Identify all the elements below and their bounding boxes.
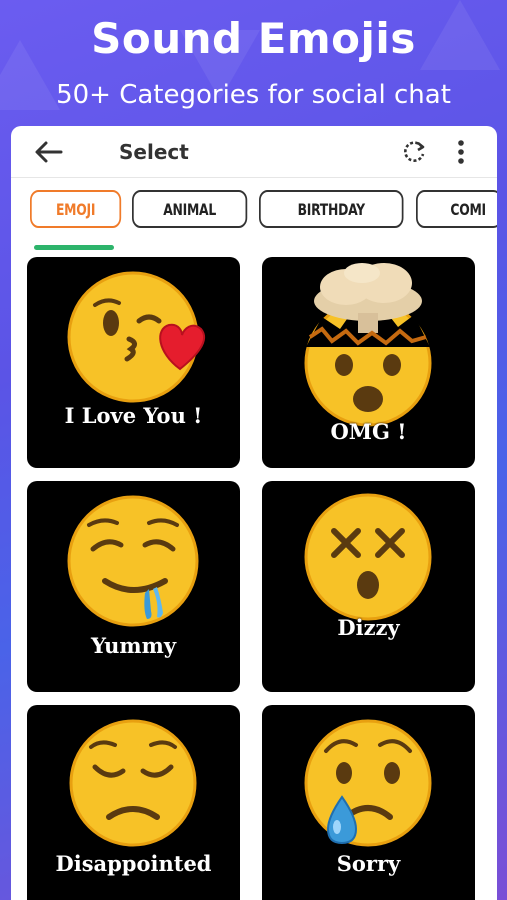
emoji-card-label: Sorry	[336, 851, 401, 876]
refresh-icon	[404, 141, 425, 162]
tab-indicator	[34, 245, 114, 250]
tab-comic[interactable]: COMI	[416, 190, 497, 228]
tab-emoji[interactable]: EMOJI	[30, 190, 122, 228]
emoji-card-dizzy[interactable]: Dizzy	[262, 481, 475, 692]
emoji-card-i-love-you[interactable]: I Love You !	[27, 257, 240, 468]
arrow-left-icon	[35, 141, 63, 163]
more-options-button[interactable]	[451, 138, 471, 166]
tab-birthday[interactable]: BIRTHDAY	[259, 190, 404, 228]
promo-title: Sound Emojis	[91, 14, 416, 63]
emoji-card-omg[interactable]: OMG !	[262, 257, 475, 468]
tab-animal[interactable]: ANIMAL	[132, 190, 248, 228]
app-bar: Select	[11, 126, 497, 178]
more-vert-icon	[458, 140, 464, 164]
drooling-icon	[67, 495, 199, 627]
back-button[interactable]	[33, 138, 63, 166]
refresh-button[interactable]	[401, 139, 427, 165]
kissing-heart-icon	[67, 271, 206, 403]
emoji-card-label: I Love You !	[64, 403, 203, 428]
emoji-card-sorry[interactable]: Sorry	[262, 705, 475, 900]
app-screen: Select EMOJI ANIMAL BIRTHDAY COMI I Love…	[11, 126, 497, 900]
emoji-card-disappointed[interactable]: Disappointed	[27, 705, 240, 900]
emoji-card-label: Disappointed	[55, 851, 212, 876]
page-title: Select	[119, 140, 189, 164]
promo-subtitle: 50+ Categories for social chat	[56, 80, 451, 110]
category-tabs: EMOJI ANIMAL BIRTHDAY COMI	[11, 188, 497, 248]
emoji-card-label: OMG !	[330, 419, 407, 444]
emoji-card-yummy[interactable]: Yummy	[27, 481, 240, 692]
dizzy-face-icon	[304, 493, 432, 621]
emoji-card-label: Dizzy	[337, 615, 400, 640]
emoji-card-label: Yummy	[90, 633, 177, 658]
